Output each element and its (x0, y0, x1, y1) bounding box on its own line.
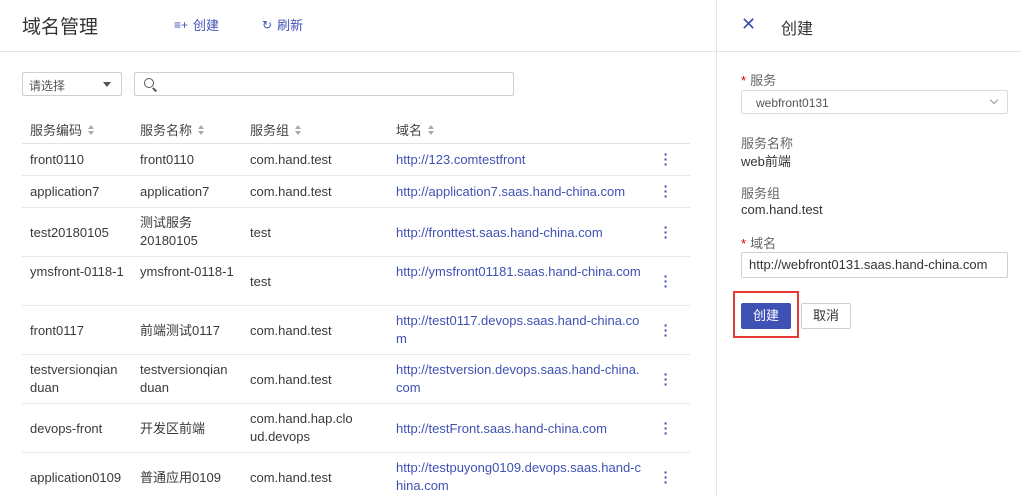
filter-select[interactable]: 请选择 (22, 72, 122, 96)
row-group: com.hand.hap.cloud.devops (250, 411, 353, 444)
row-code: test20180105 (30, 225, 109, 240)
row-name: 普通应用0109 (140, 470, 221, 485)
row-name: front0110 (140, 152, 194, 167)
table-row: test20180105 测试服务20180105 test http://fr… (22, 208, 690, 257)
row-domain-link[interactable]: http://testFront.saas.hand-china.com (396, 420, 644, 438)
row-domain-link[interactable]: http://ymsfront01181.saas.hand-china.com (396, 263, 644, 281)
row-group: com.hand.test (250, 323, 332, 338)
row-group: com.hand.test (250, 184, 332, 199)
service-select[interactable]: webfront0131 (741, 90, 1008, 114)
row-name: 开发区前端 (140, 421, 206, 436)
row-code: front0117 (30, 323, 84, 338)
row-domain-link[interactable]: http://testversion.devops.saas.hand-chin… (396, 361, 644, 397)
panel-header: ✕ 创建 (717, 0, 1021, 52)
domain-input[interactable]: http://webfront0131.saas.hand-china.com (741, 252, 1008, 278)
row-code: application7 (30, 184, 100, 199)
row-domain-link[interactable]: http://123.comtestfront (396, 151, 644, 169)
close-icon[interactable]: ✕ (741, 14, 756, 35)
page-header: 域名管理 ≡+ 创建 ↻ 刷新 (0, 0, 716, 52)
table-row: front0110 front0110 com.hand.test http:/… (22, 144, 690, 176)
table-row: front0117 前端测试0117 com.hand.test http://… (22, 306, 690, 355)
more-actions-icon[interactable]: · · · (662, 220, 670, 244)
table-row: ymsfront-0118-1 ymsfront-0118-1 test htt… (22, 257, 690, 306)
more-actions-icon[interactable]: · · · (662, 147, 670, 171)
column-header-code[interactable]: 服务编码 (30, 120, 130, 139)
sort-icon (198, 124, 205, 135)
create-label: 创建 (193, 18, 220, 33)
refresh-icon: ↻ (262, 17, 273, 32)
row-name: 测试服务20180105 (140, 215, 198, 248)
create-button[interactable]: ≡+ 创建 (174, 15, 219, 34)
domain-table: 服务编码 服务名称 服务组 域名 front0110 front0110 com… (22, 112, 690, 496)
table-row: devops-front 开发区前端 com.hand.hap.cloud.de… (22, 404, 690, 453)
more-actions-icon[interactable]: · · · (662, 465, 670, 489)
panel-create-button[interactable]: 创建 (741, 303, 791, 329)
row-domain-link[interactable]: http://testpuyong0109.devops.saas.hand-c… (396, 459, 644, 495)
more-actions-icon[interactable]: · · · (662, 269, 670, 293)
row-name: application7 (140, 184, 210, 199)
sort-icon (88, 124, 95, 135)
row-group: com.hand.test (250, 372, 332, 387)
sort-icon (295, 124, 302, 135)
sort-icon (428, 124, 435, 135)
more-actions-icon[interactable]: · · · (662, 416, 670, 440)
row-group: com.hand.test (250, 152, 332, 167)
refresh-button[interactable]: ↻ 刷新 (262, 15, 303, 34)
row-code: front0110 (30, 152, 84, 167)
row-code: ymsfront-0118-1 (30, 264, 124, 279)
playlist-add-icon: ≡+ (174, 17, 189, 32)
row-domain-link[interactable]: http://fronttest.saas.hand-china.com (396, 224, 644, 242)
more-actions-icon[interactable]: · · · (662, 318, 670, 342)
table-row: application7 application7 com.hand.test … (22, 176, 690, 208)
more-actions-icon[interactable]: · · · (662, 367, 670, 391)
table-row: testversionqianduan testversionqianduan … (22, 355, 690, 404)
required-mark: * (741, 73, 747, 88)
more-actions-icon[interactable]: · · · (662, 179, 670, 203)
domain-management-main: 域名管理 ≡+ 创建 ↻ 刷新 请选择 服务编码 服务名称 服务组 域名 fro… (0, 0, 716, 496)
column-header-name[interactable]: 服务名称 (140, 120, 240, 139)
app-window: 域名管理 ≡+ 创建 ↻ 刷新 请选择 服务编码 服务名称 服务组 域名 fro… (0, 0, 1021, 496)
caret-down-icon (103, 82, 111, 87)
row-name: ymsfront-0118-1 (140, 264, 234, 279)
create-side-panel: ✕ 创建 * 服务 webfront0131 服务名称 web前端 服务组 com… (716, 0, 1021, 496)
domain-label: * 域名 (741, 236, 777, 251)
panel-cancel-button[interactable]: 取消 (801, 303, 851, 329)
service-name-label: 服务名称 (741, 136, 794, 151)
row-name: testversionqianduan (140, 362, 228, 395)
row-group: test (250, 274, 271, 289)
search-icon (144, 78, 154, 88)
service-label: * 服务 (741, 73, 777, 88)
filter-select-value: 请选择 (29, 79, 66, 93)
chevron-down-icon (989, 95, 999, 105)
service-select-value: webfront0131 (756, 96, 829, 110)
row-code: testversionqianduan (30, 362, 118, 395)
table-header: 服务编码 服务名称 服务组 域名 (22, 112, 690, 144)
row-code: application0109 (30, 470, 122, 485)
row-domain-link[interactable]: http://test0117.devops.saas.hand-china.c… (396, 312, 644, 348)
row-group: test (250, 225, 271, 240)
column-header-group[interactable]: 服务组 (250, 120, 360, 139)
column-header-domain[interactable]: 域名 (396, 120, 644, 139)
row-name: 前端测试0117 (140, 323, 220, 338)
search-box[interactable] (134, 72, 514, 96)
page-title: 域名管理 (22, 17, 99, 38)
refresh-label: 刷新 (277, 18, 304, 33)
table-row: application0109 普通应用0109 com.hand.test h… (22, 453, 690, 496)
row-group: com.hand.test (250, 470, 332, 485)
required-mark: * (741, 236, 747, 251)
panel-title: 创建 (781, 21, 814, 38)
service-name-value: web前端 (741, 154, 791, 169)
row-code: devops-front (30, 421, 103, 436)
service-group-label: 服务组 (741, 186, 781, 201)
row-domain-link[interactable]: http://application7.saas.hand-china.com (396, 183, 644, 201)
service-group-value: com.hand.test (741, 202, 823, 217)
search-input[interactable] (135, 73, 513, 95)
